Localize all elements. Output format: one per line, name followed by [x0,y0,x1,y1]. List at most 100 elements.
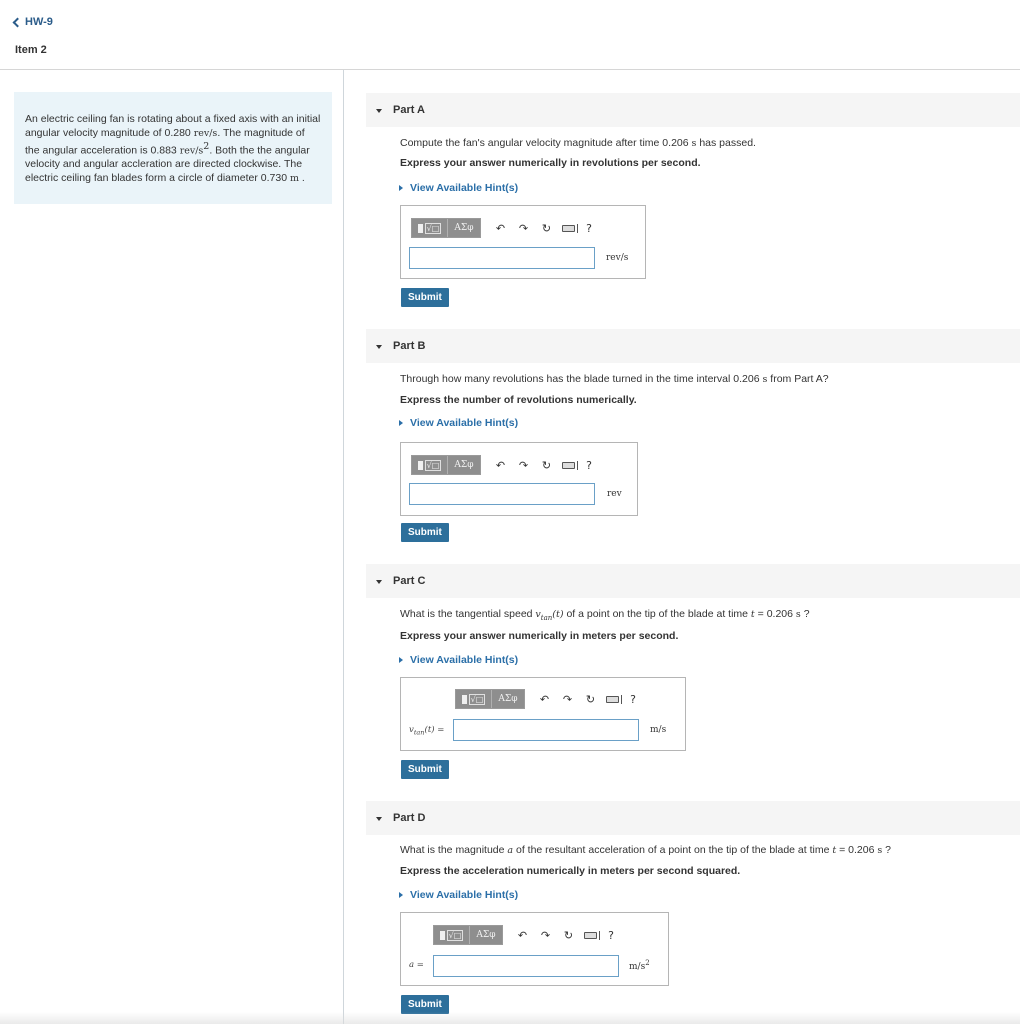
help-button[interactable]: ? [582,456,596,474]
redo-icon[interactable]: ↷ [534,926,557,944]
question-text: of a point on the tip of the blade at ti… [563,608,751,620]
part-d-header[interactable]: Part D [366,801,1020,835]
variable-subscript: tan [540,614,553,623]
redo-icon[interactable]: ↷ [512,456,535,474]
part-b-view-hints-link[interactable]: View Available Hint(s) [399,417,518,429]
part-b-answer-input[interactable] [409,483,595,505]
greek-symbols-button[interactable]: ΑΣφ [448,456,480,474]
part-a-unit: rev/s [606,253,629,263]
undo-icon[interactable]: ↶ [533,690,556,708]
part-c-answer-input[interactable] [453,719,639,741]
question-text: = 0.206 [754,608,796,620]
part-b-question: Through how many revolutions has the bla… [400,373,829,385]
keyboard-icon[interactable] [558,219,582,237]
part-c-question: What is the tangential speed vtan(t) of … [400,608,810,622]
part-d-question: What is the magnitude a of the resultant… [400,844,891,856]
part-label: Part D [393,812,426,824]
question-text: What is the magnitude [400,844,508,856]
variable-subscript: tan [413,728,425,737]
equals-sign: = [414,960,424,970]
reset-icon[interactable]: ↻ [535,219,558,237]
caret-right-icon [399,657,403,663]
part-c-view-hints-link[interactable]: View Available Hint(s) [399,654,518,666]
templates-button[interactable]: √□ [434,926,470,944]
part-c-answer-box: √□ ΑΣφ ↶ ↷ ↻ ? vtan(t) = m/s [400,677,686,751]
caret-right-icon [399,185,403,191]
math-toolbar: √□ ΑΣφ ↶ ↷ ↻ ? [433,924,618,946]
redo-icon[interactable]: ↷ [512,219,535,237]
question-text: = 0.206 [836,844,878,856]
bottom-shadow [0,1012,1020,1024]
reset-icon[interactable]: ↻ [535,456,558,474]
part-d-view-hints-link[interactable]: View Available Hint(s) [399,889,518,901]
part-b-header[interactable]: Part B [366,329,1020,363]
unit-text: m/s [629,962,646,972]
toolbar-palette-group: √□ ΑΣφ [411,218,481,238]
keyboard-icon[interactable] [602,690,626,708]
templates-label: √□ [424,222,442,234]
templates-button[interactable]: √□ [456,690,492,708]
templates-label: √□ [424,459,442,471]
part-b-answer-box: √□ ΑΣφ ↶ ↷ ↻ ? rev [400,442,638,516]
column-divider [343,70,344,1024]
part-d-answer-input[interactable] [433,955,619,977]
templates-button[interactable]: √□ [412,219,448,237]
help-button[interactable]: ? [604,926,618,944]
question-text: ? [800,608,810,620]
part-b-submit-button[interactable]: Submit [401,523,449,542]
collapse-caret-icon [376,816,382,821]
part-a-view-hints-link[interactable]: View Available Hint(s) [399,182,518,194]
back-to-assignment-link[interactable]: HW-9 [12,16,53,28]
hint-label: View Available Hint(s) [410,889,519,901]
collapse-caret-icon [376,579,382,584]
caret-right-icon [399,420,403,426]
collapse-caret-icon [376,344,382,349]
undo-icon[interactable]: ↶ [489,456,512,474]
templates-label: √□ [446,929,464,941]
part-label: Part A [393,104,425,116]
assignment-header: HW-9 Item 2 [0,0,1020,70]
part-b-instruction: Express the number of revolutions numeri… [400,394,637,406]
greek-symbols-button[interactable]: ΑΣφ [470,926,502,944]
part-a-header[interactable]: Part A [366,93,1020,127]
question-text: has passed. [696,137,756,149]
redo-icon[interactable]: ↷ [556,690,579,708]
unit-rev-per-s: rev/s [193,127,218,139]
part-a-answer-input[interactable] [409,247,595,269]
templates-button[interactable]: √□ [412,456,448,474]
greek-symbols-button[interactable]: ΑΣφ [492,690,524,708]
hint-label: View Available Hint(s) [410,182,519,194]
question-text: ? [882,844,892,856]
question-text: Through how many revolutions has the bla… [400,373,763,385]
help-button[interactable]: ? [582,219,596,237]
collapse-caret-icon [376,108,382,113]
greek-symbols-button[interactable]: ΑΣφ [448,219,480,237]
help-button[interactable]: ? [626,690,640,708]
reset-icon[interactable]: ↻ [557,926,580,944]
undo-icon[interactable]: ↶ [511,926,534,944]
part-c-unit: m/s [650,725,667,735]
math-toolbar: √□ ΑΣφ ↶ ↷ ↻ ? [411,217,596,239]
undo-icon[interactable]: ↶ [489,219,512,237]
part-c-header[interactable]: Part C [366,564,1020,598]
keyboard-icon[interactable] [558,456,582,474]
math-toolbar: √□ ΑΣφ ↶ ↷ ↻ ? [455,688,640,710]
toolbar-palette-group: √□ ΑΣφ [455,689,525,709]
part-c-submit-button[interactable]: Submit [401,760,449,779]
part-c-answer-label: vtan(t) = [409,725,444,737]
problem-text: . [298,171,305,184]
problem-statement: An electric ceiling fan is rotating abou… [14,92,332,204]
part-d-instruction: Express the acceleration numerically in … [400,865,741,877]
unit-m: m [289,172,299,184]
reset-icon[interactable]: ↻ [579,690,602,708]
hint-label: View Available Hint(s) [410,417,519,429]
part-c-instruction: Express your answer numerically in meter… [400,630,679,642]
part-label: Part B [393,340,426,352]
part-a-answer-box: √□ ΑΣφ ↶ ↷ ↻ ? rev/s [400,205,646,279]
question-text: of the resultant acceleration of a point… [513,844,833,856]
part-label: Part C [393,575,426,587]
part-a-submit-button[interactable]: Submit [401,288,449,307]
question-text: Compute the fan's angular velocity magni… [400,137,692,149]
unit-rev-per-s2: rev/s [179,145,204,157]
keyboard-icon[interactable] [580,926,604,944]
